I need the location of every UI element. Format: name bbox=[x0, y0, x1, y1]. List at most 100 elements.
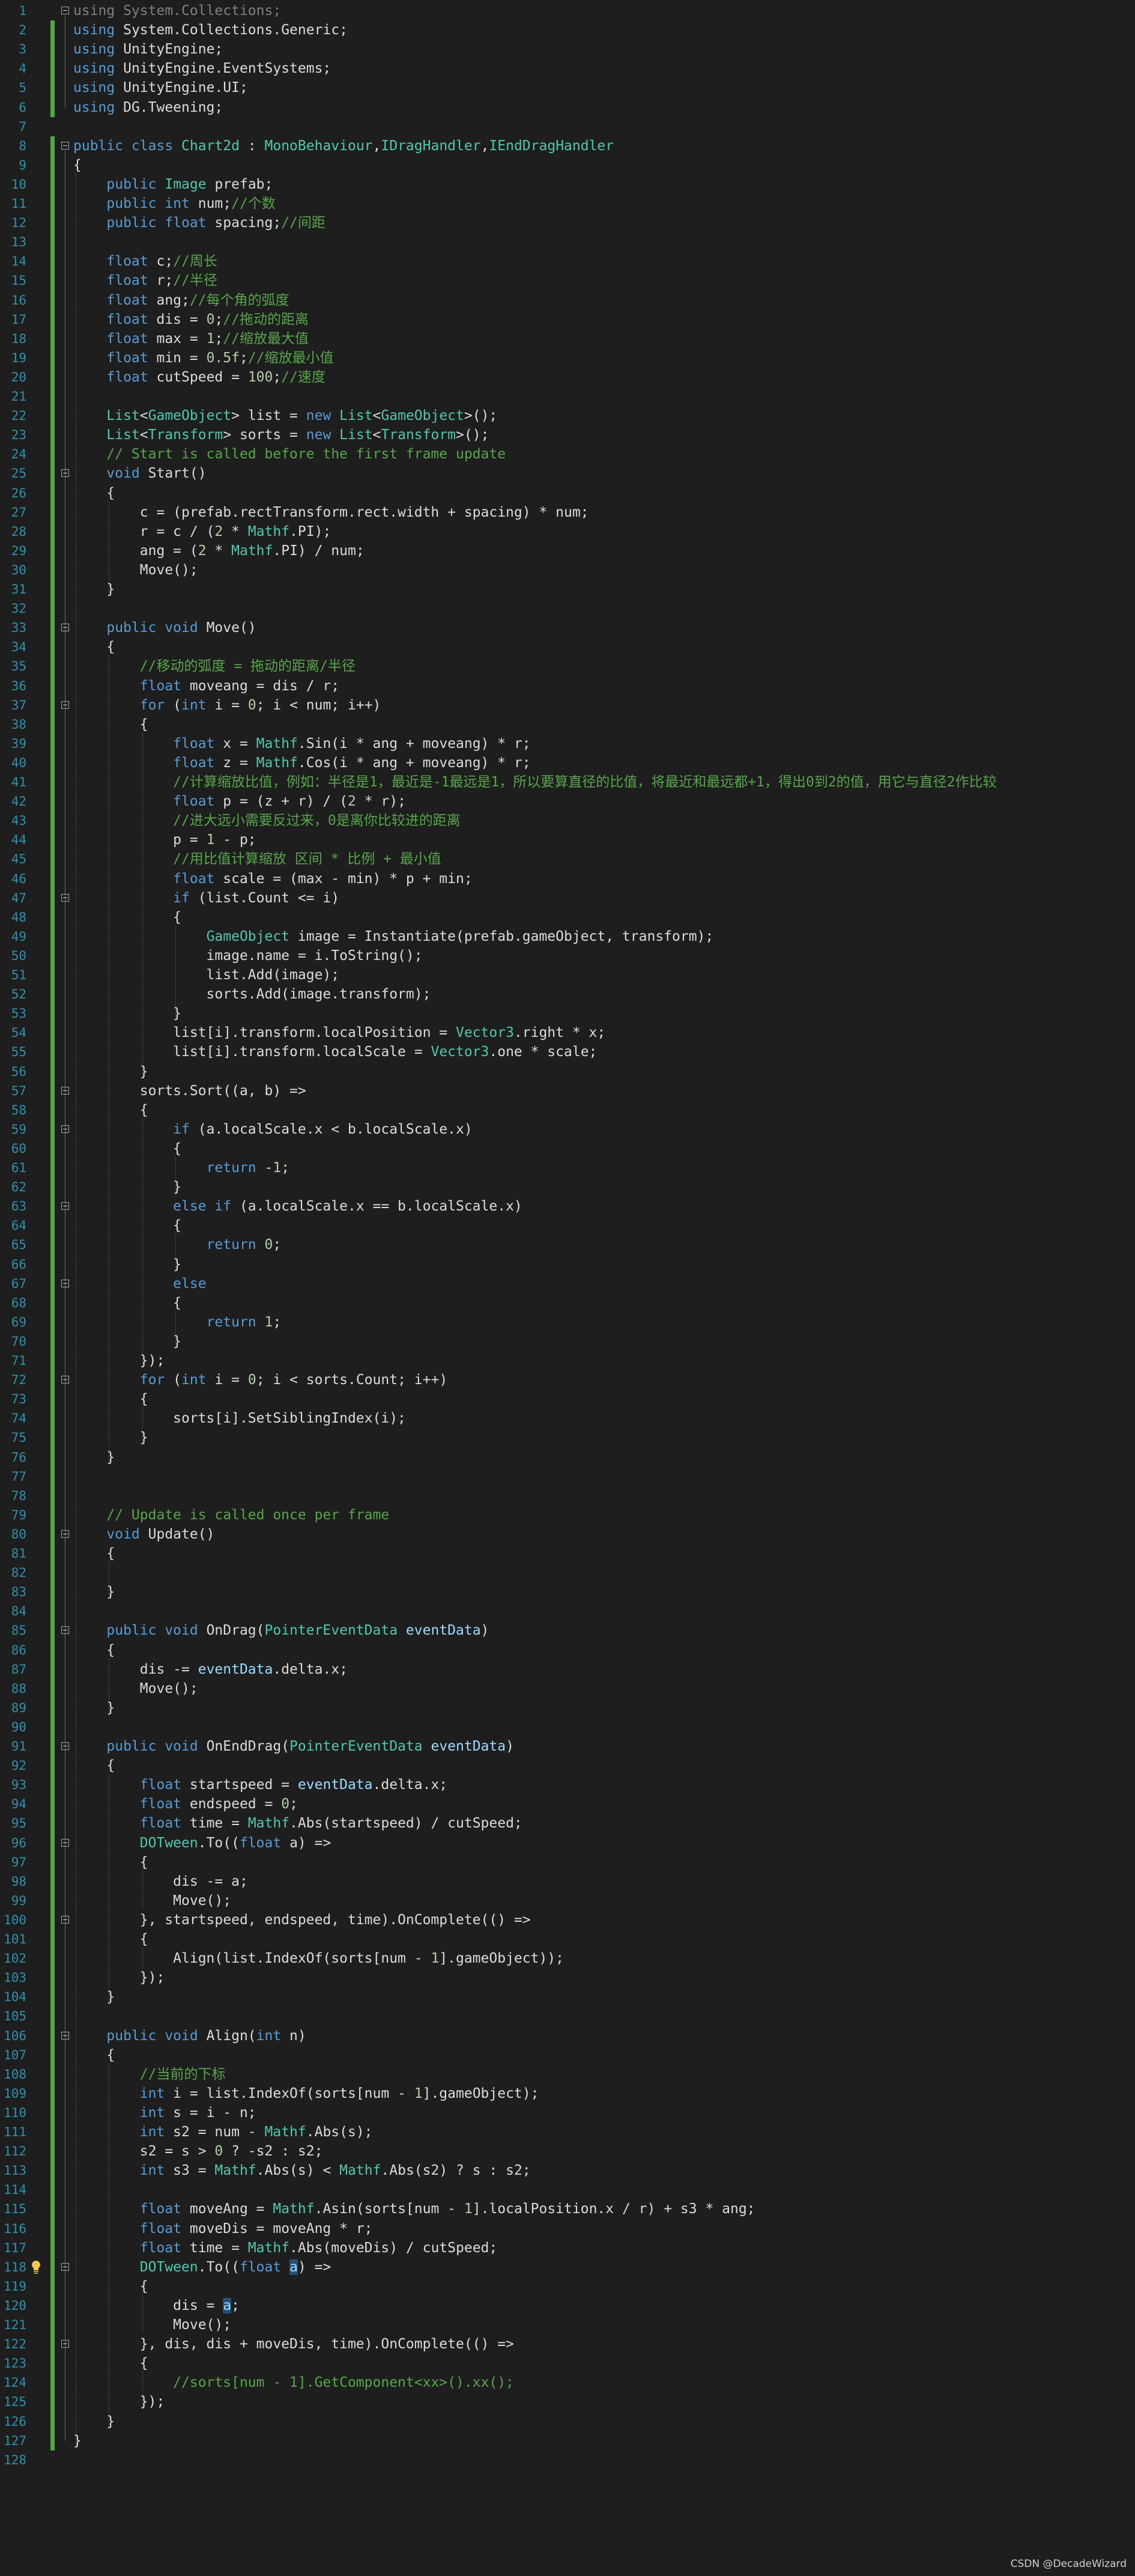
code-line[interactable]: 56 } bbox=[0, 1062, 1135, 1081]
code-line[interactable]: 113 int s3 = Mathf.Abs(s) < Mathf.Abs(s2… bbox=[0, 2161, 1135, 2180]
code-line[interactable]: 15 float r;//半径 bbox=[0, 271, 1135, 290]
code-line[interactable]: 79 // Update is called once per frame bbox=[0, 1505, 1135, 1525]
code-line[interactable]: 32 bbox=[0, 599, 1135, 618]
code-line[interactable]: 68 { bbox=[0, 1293, 1135, 1313]
code-line[interactable]: 67 else bbox=[0, 1274, 1135, 1293]
code-line[interactable]: 35 //移动的弧度 = 拖动的距离/半径 bbox=[0, 657, 1135, 676]
code-line[interactable]: 119 { bbox=[0, 2277, 1135, 2296]
code-line[interactable]: 83 } bbox=[0, 1582, 1135, 1602]
code-line[interactable]: 63 else if (a.localScale.x == b.localSca… bbox=[0, 1197, 1135, 1216]
code-line[interactable]: 50 image.name = i.ToString(); bbox=[0, 946, 1135, 965]
code-line[interactable]: 109 int i = list.IndexOf(sorts[num - 1].… bbox=[0, 2084, 1135, 2103]
code-line[interactable]: 108 //当前的下标 bbox=[0, 2065, 1135, 2084]
code-line[interactable]: 33 public void Move() bbox=[0, 618, 1135, 637]
code-line[interactable]: 55 list[i].transform.localScale = Vector… bbox=[0, 1042, 1135, 1062]
code-line[interactable]: 44 p = 1 - p; bbox=[0, 830, 1135, 849]
code-line[interactable]: 47 if (list.Count <= i) bbox=[0, 889, 1135, 908]
code-editor[interactable]: 1 using System.Collections; 2 using System.… bbox=[0, 0, 1135, 2576]
code-line[interactable]: 99 Move(); bbox=[0, 1891, 1135, 1910]
code-line[interactable]: 104 } bbox=[0, 1987, 1135, 2006]
code-line[interactable]: 31 } bbox=[0, 580, 1135, 599]
code-line[interactable]: 28 r = c / (2 * Mathf.PI); bbox=[0, 522, 1135, 541]
code-line[interactable]: 126 } bbox=[0, 2412, 1135, 2431]
code-line[interactable]: 71 }); bbox=[0, 1351, 1135, 1370]
code-line[interactable]: 88 Move(); bbox=[0, 1679, 1135, 1698]
code-line[interactable]: 87 dis -= eventData.delta.x; bbox=[0, 1660, 1135, 1679]
code-line[interactable]: 25 void Start() bbox=[0, 464, 1135, 483]
code-line[interactable]: 1 using System.Collections; bbox=[0, 1, 1135, 20]
code-line[interactable]: 102 Align(list.IndexOf(sorts[num - 1].ga… bbox=[0, 1949, 1135, 1968]
code-line[interactable]: 92 { bbox=[0, 1756, 1135, 1775]
code-line[interactable]: 48 { bbox=[0, 908, 1135, 927]
code-line[interactable]: 78 bbox=[0, 1486, 1135, 1505]
code-line[interactable]: 2 using System.Collections.Generic; bbox=[0, 20, 1135, 40]
code-line[interactable]: 120 dis = a; bbox=[0, 2296, 1135, 2315]
code-line[interactable]: 13 bbox=[0, 232, 1135, 252]
code-line[interactable]: 7 bbox=[0, 117, 1135, 136]
code-line[interactable]: 62 } bbox=[0, 1177, 1135, 1197]
code-line[interactable]: 90 bbox=[0, 1718, 1135, 1737]
code-line[interactable]: 73 { bbox=[0, 1390, 1135, 1409]
code-line[interactable]: 43 //进大远小需要反过来，0是离你比较进的距离 bbox=[0, 811, 1135, 830]
code-line[interactable]: 121 Move(); bbox=[0, 2315, 1135, 2334]
code-line[interactable]: 84 bbox=[0, 1602, 1135, 1621]
code-line[interactable]: 19 float min = 0.5f;//缩放最小值 bbox=[0, 348, 1135, 368]
code-line[interactable]: 117 float time = Mathf.Abs(moveDis) / cu… bbox=[0, 2238, 1135, 2258]
code-line[interactable]: 77 bbox=[0, 1467, 1135, 1486]
code-line[interactable]: 54 list[i].transform.localPosition = Vec… bbox=[0, 1023, 1135, 1042]
code-line[interactable]: 23 List<Transform> sorts = new List<Tran… bbox=[0, 425, 1135, 445]
code-line[interactable]: 14 float c;//周长 bbox=[0, 252, 1135, 271]
code-line[interactable]: 20 float cutSpeed = 100;//速度 bbox=[0, 368, 1135, 387]
code-line[interactable]: 29 ang = (2 * Mathf.PI) / num; bbox=[0, 541, 1135, 560]
code-line[interactable]: 18 float max = 1;//缩放最大值 bbox=[0, 329, 1135, 348]
code-line[interactable]: 127} bbox=[0, 2431, 1135, 2450]
code-line[interactable]: 105 bbox=[0, 2006, 1135, 2026]
code-line[interactable]: 125 }); bbox=[0, 2392, 1135, 2411]
code-line[interactable]: 81 { bbox=[0, 1544, 1135, 1563]
code-line[interactable]: 128 bbox=[0, 2450, 1135, 2470]
code-line[interactable]: 21 bbox=[0, 387, 1135, 406]
code-line[interactable]: 53 } bbox=[0, 1004, 1135, 1023]
code-line[interactable]: 116 float moveDis = moveAng * r; bbox=[0, 2219, 1135, 2238]
code-line[interactable]: 106 public void Align(int n) bbox=[0, 2026, 1135, 2046]
code-line[interactable]: 89 } bbox=[0, 1698, 1135, 1718]
code-line[interactable]: 93 float startspeed = eventData.delta.x; bbox=[0, 1775, 1135, 1794]
code-line[interactable]: 66 } bbox=[0, 1255, 1135, 1274]
code-line[interactable]: 37 for (int i = 0; i < num; i++) bbox=[0, 696, 1135, 715]
code-line[interactable]: 49 GameObject image = Instantiate(prefab… bbox=[0, 927, 1135, 946]
code-line[interactable]: 61 return -1; bbox=[0, 1158, 1135, 1177]
code-line[interactable]: 64 { bbox=[0, 1216, 1135, 1235]
code-line[interactable]: 111 int s2 = num - Mathf.Abs(s); bbox=[0, 2122, 1135, 2142]
code-line[interactable]: 100 }, startspeed, endspeed, time).OnCom… bbox=[0, 1910, 1135, 1930]
code-line[interactable]: 76 } bbox=[0, 1448, 1135, 1467]
code-line[interactable]: 110 int s = i - n; bbox=[0, 2103, 1135, 2122]
code-line[interactable]: 12 public float spacing;//间距 bbox=[0, 213, 1135, 232]
code-line[interactable]: 72 for (int i = 0; i < sorts.Count; i++) bbox=[0, 1370, 1135, 1390]
code-line[interactable]: 107 { bbox=[0, 2046, 1135, 2065]
code-line[interactable]: 41 //计算缩放比值，例如：半径是1，最近是-1最远是1，所以要算直径的比值，… bbox=[0, 773, 1135, 792]
code-line[interactable]: 10 public Image prefab; bbox=[0, 175, 1135, 194]
code-line[interactable]: 36 float moveang = dis / r; bbox=[0, 676, 1135, 696]
lightbulb-icon[interactable] bbox=[30, 2260, 42, 2274]
code-line[interactable]: 124 //sorts[num - 1].GetComponent<xx>().… bbox=[0, 2373, 1135, 2392]
code-line[interactable]: 34 { bbox=[0, 637, 1135, 657]
code-line[interactable]: 45 //用比值计算缩放 区间 * 比例 + 最小值 bbox=[0, 849, 1135, 869]
code-line[interactable]: 60 { bbox=[0, 1139, 1135, 1158]
code-line[interactable]: 6 using DG.Tweening; bbox=[0, 98, 1135, 117]
code-line[interactable]: 16 float ang;//每个角的弧度 bbox=[0, 291, 1135, 310]
code-line[interactable]: 8 public class Chart2d : MonoBehaviour,ID… bbox=[0, 136, 1135, 156]
code-line[interactable]: 91 public void OnEndDrag(PointerEventDat… bbox=[0, 1737, 1135, 1756]
code-line[interactable]: 118 DOTween.To((float a) => bbox=[0, 2258, 1135, 2277]
code-line[interactable]: 52 sorts.Add(image.transform); bbox=[0, 985, 1135, 1004]
code-line[interactable]: 86 { bbox=[0, 1641, 1135, 1660]
code-line[interactable]: 95 float time = Mathf.Abs(startspeed) / … bbox=[0, 1814, 1135, 1833]
code-line[interactable]: 85 public void OnDrag(PointerEventData e… bbox=[0, 1621, 1135, 1640]
code-line[interactable]: 112 s2 = s > 0 ? -s2 : s2; bbox=[0, 2142, 1135, 2161]
code-line[interactable]: 115 float moveAng = Mathf.Asin(sorts[num… bbox=[0, 2199, 1135, 2219]
code-line[interactable]: 3 using UnityEngine; bbox=[0, 40, 1135, 59]
code-line[interactable]: 26 { bbox=[0, 484, 1135, 503]
code-line[interactable]: 40 float z = Mathf.Cos(i * ang + moveang… bbox=[0, 753, 1135, 773]
code-line[interactable]: 57 sorts.Sort((a, b) => bbox=[0, 1081, 1135, 1101]
code-line[interactable]: 46 float scale = (max - min) * p + min; bbox=[0, 869, 1135, 889]
code-line[interactable]: 59 if (a.localScale.x < b.localScale.x) bbox=[0, 1120, 1135, 1139]
